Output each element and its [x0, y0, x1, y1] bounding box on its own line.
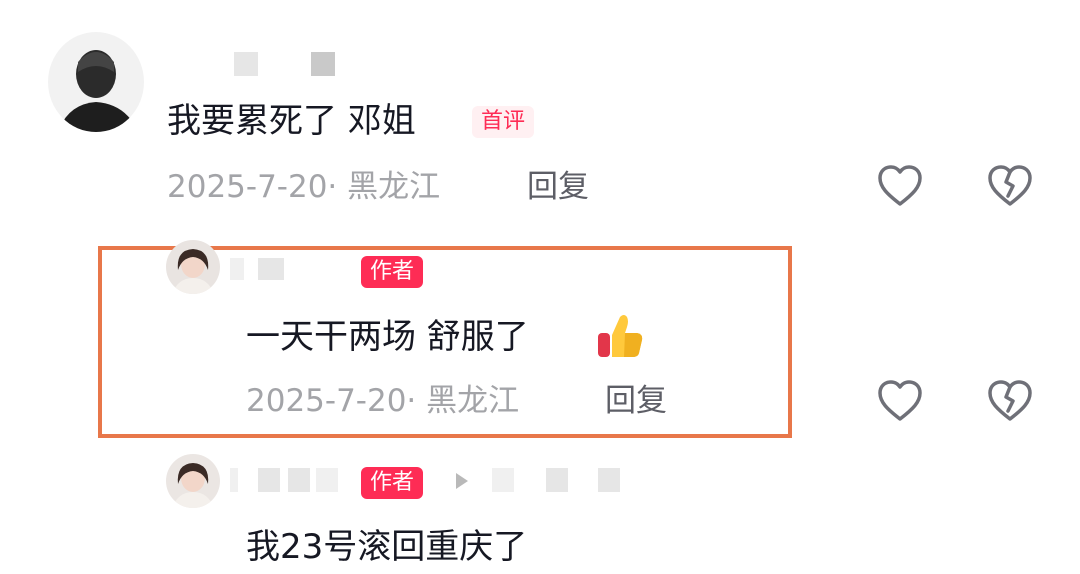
broken-heart-icon[interactable]	[987, 379, 1033, 423]
comment-list: 我要累死了 邓姐 首评 2025-7-20· 黑龙江 回复 作者 一天干两场 舒…	[0, 0, 1080, 574]
comment-text: 我要累死了 邓姐	[167, 101, 416, 141]
heart-outline-icon[interactable]	[877, 379, 923, 423]
play-arrow-icon	[456, 473, 468, 489]
username-redacted	[311, 52, 335, 76]
username-redacted	[234, 52, 258, 76]
username-redacted	[230, 258, 244, 280]
username-redacted	[288, 468, 310, 492]
heart-outline-icon[interactable]	[877, 164, 923, 208]
avatar[interactable]	[166, 240, 220, 294]
avatar[interactable]	[48, 32, 144, 132]
username-redacted	[316, 468, 338, 492]
author-badge: 作者	[361, 467, 424, 499]
comment-meta: 2025-7-20· 黑龙江	[167, 169, 441, 205]
username-redacted	[230, 468, 238, 492]
avatar[interactable]	[166, 454, 220, 508]
author-badge: 作者	[361, 256, 424, 288]
reply-button[interactable]: 回复	[605, 386, 667, 417]
username-redacted	[258, 468, 280, 492]
comment-text: 我23号滚回重庆了	[246, 527, 528, 567]
username-redacted	[492, 468, 514, 492]
thumbs-up-icon	[594, 309, 646, 361]
broken-heart-icon[interactable]	[987, 164, 1033, 208]
reply-button[interactable]: 回复	[527, 172, 589, 203]
username-redacted	[546, 468, 568, 492]
comment-meta: 2025-7-20· 黑龙江	[246, 383, 520, 419]
username-redacted	[258, 258, 284, 280]
first-comment-badge: 首评	[472, 106, 535, 138]
username-redacted	[598, 468, 620, 492]
comment-text: 一天干两场 舒服了	[246, 317, 529, 357]
